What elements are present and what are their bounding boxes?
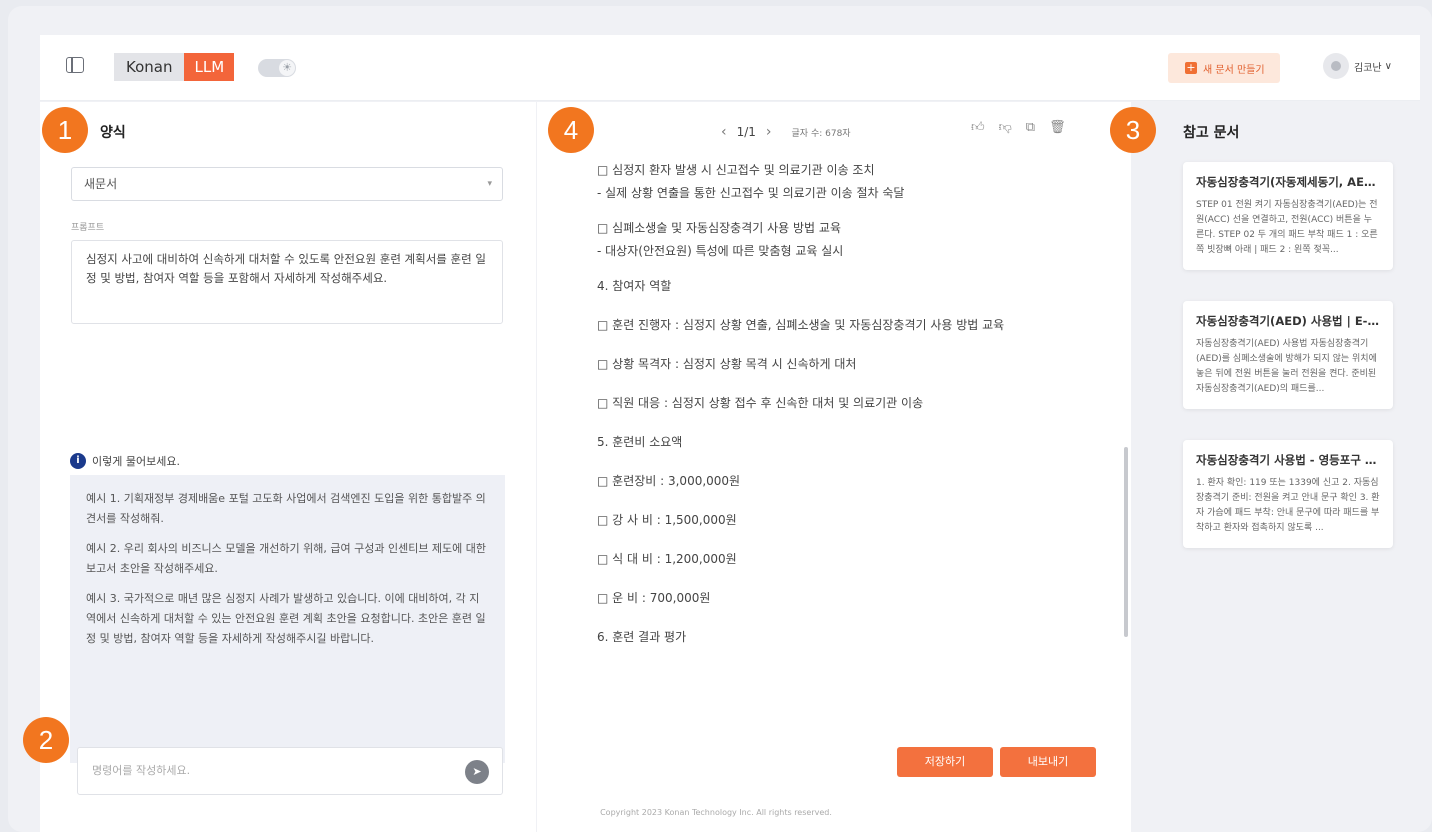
new-document-button[interactable]: + 새 문서 만들기 <box>1168 53 1280 83</box>
save-button[interactable]: 저장하기 <box>897 747 993 777</box>
sun-icon: ☀ <box>279 60 295 76</box>
char-count: 글자 수: 678자 <box>791 128 851 139</box>
next-page-icon[interactable]: › <box>766 124 772 140</box>
top-bar: Konan LLM ☀ + 새 문서 만들기 김코난 ∨ <box>40 35 1420 101</box>
info-icon: i <box>70 453 86 469</box>
copy-icon[interactable]: ⧉ <box>1026 120 1035 135</box>
doc-line: □ 상황 목격자 : 심정지 상황 목격 시 신속하게 대처 <box>597 357 857 371</box>
doc-line: □ 식 대 비 : 1,200,000원 <box>597 552 737 566</box>
doc-line: 5. 훈련비 소요액 <box>597 435 683 449</box>
callout-3: 3 <box>1110 107 1156 153</box>
logo[interactable]: Konan LLM <box>114 53 235 81</box>
new-document-label: 새 문서 만들기 <box>1203 64 1265 76</box>
callout-2: 2 <box>23 717 69 763</box>
user-name: 김코난 <box>1354 62 1382 74</box>
trash-icon[interactable]: 🗑︎ <box>1049 120 1066 135</box>
callout-4: 4 <box>548 107 594 153</box>
reference-card[interactable]: 자동심장충격기(AED) 사용법 | E-G... 자동심장충격기(AED) 사… <box>1183 301 1393 409</box>
thumbs-down-icon[interactable]: 👎︎ <box>999 120 1012 135</box>
hint-text: 이렇게 물어보세요. <box>92 455 180 468</box>
prev-page-icon[interactable]: ‹ <box>721 124 727 140</box>
examples-box: 예시 1. 기획재정부 경제배움e 포털 고도화 사업에서 검색엔진 도입을 위… <box>70 475 505 763</box>
app: Konan LLM ☀ + 새 문서 만들기 김코난 ∨ 양식 새문서 ▾ 프롬… <box>40 35 1420 832</box>
reference-panel: 참고 문서 자동심장충격기(자동제세동기, AED)... STEP 01 전원… <box>1135 102 1420 832</box>
command-input[interactable]: 명령어를 작성하세요. ➤ <box>77 747 503 795</box>
thumbs-up-icon[interactable]: 👍︎ <box>971 120 985 135</box>
doc-line: □ 심폐소생술 및 자동심장충격기 사용 방법 교육 <box>597 221 841 235</box>
doc-line: □ 훈련장비 : 3,000,000원 <box>597 474 741 488</box>
document-panel: ‹ 1/1 › 글자 수: 678자 👍︎ 👎︎ ⧉ 🗑︎ □ 심정지 환자 발… <box>537 102 1131 832</box>
reference-card-desc: STEP 01 전원 켜기 자동심장충격기(AED)는 전원(ACC) 선을 연… <box>1196 200 1378 255</box>
reference-card[interactable]: 자동심장충격기 사용법 - 영등포구 보... 1. 환자 확인: 119 또는… <box>1183 440 1393 548</box>
logo-llm: LLM <box>184 53 235 81</box>
theme-toggle[interactable]: ☀ <box>258 59 296 77</box>
form-title: 양식 <box>100 125 126 141</box>
left-panel: 양식 새문서 ▾ 프롬프트 심정지 사고에 대비하여 신속하게 대처할 수 있도… <box>40 102 536 832</box>
example-item[interactable]: 예시 3. 국가적으로 매년 많은 심정지 사례가 발생하고 있습니다. 이에 … <box>86 589 489 649</box>
page-navigator: ‹ 1/1 › 글자 수: 678자 <box>711 124 851 140</box>
doc-line: □ 운 비 : 700,000원 <box>597 591 711 605</box>
page-indicator: 1/1 <box>736 125 756 139</box>
doc-line: □ 강 사 비 : 1,500,000원 <box>597 513 737 527</box>
plus-icon: + <box>1185 61 1197 74</box>
logo-name: Konan <box>114 53 185 81</box>
callout-1: 1 <box>42 107 88 153</box>
hint-header: i 이렇게 물어보세요. <box>70 453 180 469</box>
reference-card[interactable]: 자동심장충격기(자동제세동기, AED)... STEP 01 전원 켜기 자동… <box>1183 162 1393 270</box>
user-menu[interactable]: 김코난 ∨ <box>1323 53 1392 79</box>
chevron-down-icon: ▾ <box>487 179 492 189</box>
prompt-label: 프롬프트 <box>71 223 105 233</box>
template-select[interactable]: 새문서 ▾ <box>71 167 503 201</box>
footer-copyright: Copyright 2023 Konan Technology Inc. All… <box>600 808 832 817</box>
chevron-down-icon: ∨ <box>1384 60 1392 72</box>
doc-line: 6. 훈련 결과 평가 <box>597 630 687 644</box>
reference-card-desc: 1. 환자 확인: 119 또는 1339에 신고 2. 자동심장충격기 준비:… <box>1196 478 1380 533</box>
doc-line: □ 직원 대응 : 심정지 상황 접수 후 신속한 대처 및 의료기관 이송 <box>597 396 924 410</box>
doc-line: - 대상자(안전요원) 특성에 따른 맞춤형 교육 실시 <box>597 244 844 258</box>
sidebar-toggle-icon[interactable] <box>66 57 84 73</box>
prompt-textarea[interactable]: 심정지 사고에 대비하여 신속하게 대처할 수 있도록 안전요원 훈련 계획서를… <box>71 240 503 324</box>
export-button[interactable]: 내보내기 <box>1000 747 1096 777</box>
reference-title: 참고 문서 <box>1183 125 1240 141</box>
doc-line: □ 훈련 진행자 : 심정지 상황 연출, 심폐소생술 및 자동심장충격기 사용… <box>597 318 1005 332</box>
reference-card-title: 자동심장충격기(AED) 사용법 | E-G... <box>1196 314 1380 328</box>
command-placeholder: 명령어를 작성하세요. <box>92 764 191 777</box>
send-icon[interactable]: ➤ <box>465 760 489 784</box>
document-actions: 👍︎ 👎︎ ⧉ 🗑︎ <box>971 120 1066 135</box>
example-item[interactable]: 예시 2. 우리 회사의 비즈니스 모델을 개선하기 위해, 급여 구성과 인센… <box>86 539 489 579</box>
doc-line: □ 심정지 환자 발생 시 신고접수 및 의료기관 이송 조치 <box>597 163 875 177</box>
avatar-icon <box>1323 53 1349 79</box>
document-content: □ 심정지 환자 발생 시 신고접수 및 의료기관 이송 조치 - 실제 상황 … <box>597 159 1087 649</box>
doc-line: 4. 참여자 역할 <box>597 279 672 293</box>
content-scrollbar[interactable] <box>1124 447 1128 637</box>
example-item[interactable]: 예시 1. 기획재정부 경제배움e 포털 고도화 사업에서 검색엔진 도입을 위… <box>86 489 489 529</box>
reference-card-title: 자동심장충격기(자동제세동기, AED)... <box>1196 175 1380 189</box>
doc-line: - 실제 상황 연출을 통한 신고접수 및 의료기관 이송 절차 숙달 <box>597 186 905 200</box>
template-select-value: 새문서 <box>84 177 118 191</box>
reference-card-desc: 자동심장충격기(AED) 사용법 자동심장충격기(AED)를 심폐소생술에 방해… <box>1196 339 1377 394</box>
reference-card-title: 자동심장충격기 사용법 - 영등포구 보... <box>1196 453 1380 467</box>
